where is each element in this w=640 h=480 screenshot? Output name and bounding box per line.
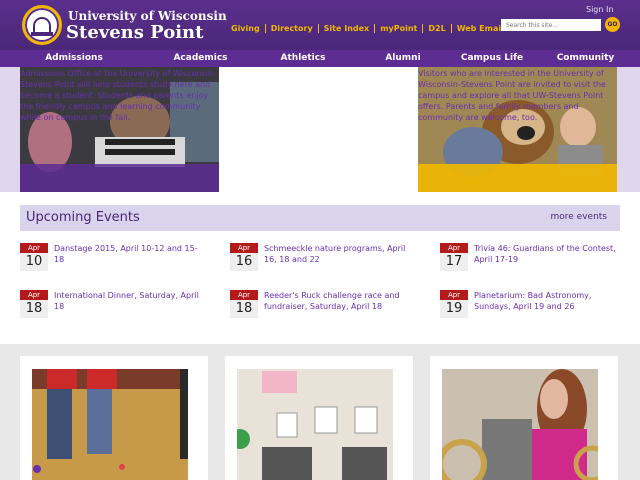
event-item[interactable]: Apr 17 Trivia 46: Guardians of the Conte… (440, 243, 630, 283)
event-title[interactable]: International Dinner, Saturday, April 18 (54, 290, 204, 312)
nav-academics[interactable]: Academics (148, 50, 253, 67)
main-nav: Admissions Academics Athletics Alumni Ca… (0, 50, 640, 67)
event-month: Apr (20, 243, 48, 253)
link-giving[interactable]: Giving (231, 24, 266, 33)
hero-left-caption: Admissions Office at the University of W… (20, 69, 216, 122)
sign-in-link[interactable]: Sign In (586, 5, 613, 14)
link-d2l[interactable]: D2L (423, 24, 452, 33)
site-title-line2[interactable]: Stevens Point (66, 22, 203, 43)
nav-community[interactable]: Community (531, 50, 640, 67)
event-title[interactable]: Danstage 2015, April 10-12 and 15-18 (54, 243, 204, 265)
event-item[interactable]: Apr 10 Danstage 2015, April 10-12 and 15… (20, 243, 210, 283)
hero-side-shade-right (617, 67, 640, 192)
nav-campus-life[interactable]: Campus Life (453, 50, 531, 67)
event-title[interactable]: Planetarium: Bad Astronomy, Sundays, Apr… (474, 290, 624, 312)
hero-left-banner (20, 164, 219, 192)
event-day: 17 (440, 253, 468, 271)
event-item[interactable]: Apr 18 Reeder's Ruck challenge race and … (230, 290, 420, 330)
event-item[interactable]: Apr 16 Schmeeckle nature programs, April… (230, 243, 420, 283)
university-seal-logo[interactable] (22, 5, 62, 45)
nav-admissions[interactable]: Admissions (0, 50, 148, 67)
events-header: Upcoming Events more events (20, 205, 620, 231)
nav-alumni[interactable]: Alumni (353, 50, 453, 67)
hero-panel-left[interactable]: Admissions Office at the University of W… (20, 67, 219, 192)
utility-links: Giving Directory Site Index myPoint D2L … (231, 24, 509, 33)
event-month: Apr (230, 290, 258, 300)
events-title: Upcoming Events (26, 210, 140, 225)
link-site-index[interactable]: Site Index (319, 24, 376, 33)
hero-right-caption: Visitors who are interested in the Unive… (418, 69, 606, 122)
event-title[interactable]: Reeder's Ruck challenge race and fundrai… (264, 290, 414, 312)
link-directory[interactable]: Directory (266, 24, 319, 33)
event-month: Apr (20, 290, 48, 300)
event-title[interactable]: Schmeeckle nature programs, April 16, 18… (264, 243, 414, 265)
hero-side-shade-left (0, 67, 20, 192)
event-month: Apr (440, 243, 468, 253)
event-day: 10 (20, 253, 48, 271)
search-go-button[interactable]: GO (605, 17, 620, 32)
site-title-line1[interactable]: University of Wisconsin (68, 9, 227, 23)
event-day: 18 (20, 300, 48, 318)
event-day: 18 (230, 300, 258, 318)
event-item[interactable]: Apr 18 International Dinner, Saturday, A… (20, 290, 210, 330)
hero-panel-right[interactable]: Visitors who are interested in the Unive… (418, 67, 617, 192)
bocce-players-photo[interactable] (32, 369, 188, 480)
event-day: 19 (440, 300, 468, 318)
event-month: Apr (440, 290, 468, 300)
event-title[interactable]: Trivia 46: Guardians of the Contest, Apr… (474, 243, 624, 265)
nav-athletics[interactable]: Athletics (253, 50, 353, 67)
site-header: University of Wisconsin Stevens Point Gi… (0, 0, 640, 50)
event-day: 16 (230, 253, 258, 271)
more-events-link[interactable]: more events (551, 212, 608, 222)
hero-right-banner (418, 164, 617, 192)
link-mypoint[interactable]: myPoint (375, 24, 424, 33)
search-input[interactable] (501, 19, 601, 31)
recycling-bins-photo[interactable] (237, 369, 393, 480)
event-month: Apr (230, 243, 258, 253)
event-item[interactable]: Apr 19 Planetarium: Bad Astronomy, Sunda… (440, 290, 630, 330)
french-horn-player-photo[interactable] (442, 369, 598, 480)
